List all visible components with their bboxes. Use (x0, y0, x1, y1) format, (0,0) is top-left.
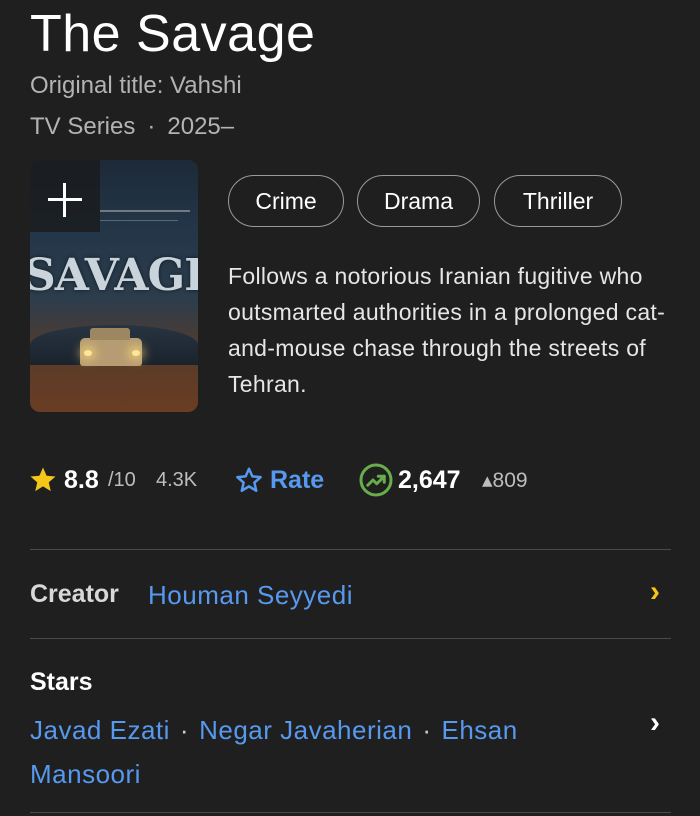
poster-headlights (82, 350, 142, 356)
poster-credits-line (100, 220, 178, 221)
star-link[interactable]: Negar Javaherian (199, 715, 412, 745)
poster-credits-line (100, 210, 190, 212)
poster-image[interactable]: SAVAGE (30, 160, 198, 412)
plot-description[interactable]: Follows a notorious Iranian fugitive who… (228, 258, 668, 402)
page-title: The Savage (30, 5, 316, 63)
section-divider (30, 549, 671, 550)
original-title: Original title: Vahshi (30, 72, 242, 99)
star-outline-icon (236, 467, 262, 492)
title-meta: TV Series · 2025– (30, 113, 234, 141)
stats-row: 8.8 /10 4.3K Rate 2,647 ▴809 (28, 462, 678, 498)
title-type: TV Series (30, 113, 136, 140)
poster-title-art: SAVAGE (30, 250, 198, 301)
section-divider (30, 638, 671, 639)
popularity-delta: ▴809 (482, 468, 528, 492)
vote-count: 4.3K (156, 468, 198, 491)
section-divider (30, 812, 671, 813)
creator-link[interactable]: Houman Seyyedi (148, 580, 353, 611)
genre-chip-thriller[interactable]: Thriller (494, 175, 622, 227)
add-to-watchlist-button[interactable] (30, 160, 100, 232)
rating-max: /10 (108, 468, 136, 491)
name-separator: · (179, 715, 190, 745)
creator-label: Creator (30, 580, 119, 608)
creator-chevron-right-icon[interactable]: › (650, 575, 660, 609)
rate-button[interactable]: Rate (234, 462, 324, 498)
star-icon (28, 462, 58, 498)
plus-icon (63, 183, 66, 217)
genre-chip-drama[interactable]: Drama (357, 175, 480, 227)
popularity-rank: 2,647 (398, 465, 461, 494)
trending-up-icon (358, 462, 394, 498)
stars-chevron-right-icon[interactable]: › (650, 706, 660, 740)
stars-label: Stars (30, 668, 93, 696)
rating-value: 8.8 (64, 465, 99, 494)
rate-label: Rate (270, 465, 325, 494)
genre-chip-crime[interactable]: Crime (228, 175, 344, 227)
title-years: 2025– (167, 113, 235, 140)
stars-list: Javad Ezati · Negar Javaherian · Ehsan Manso… (30, 708, 610, 796)
name-separator: · (422, 715, 432, 745)
meta-separator: · (147, 113, 156, 140)
star-link[interactable]: Javad Ezati (30, 715, 170, 745)
